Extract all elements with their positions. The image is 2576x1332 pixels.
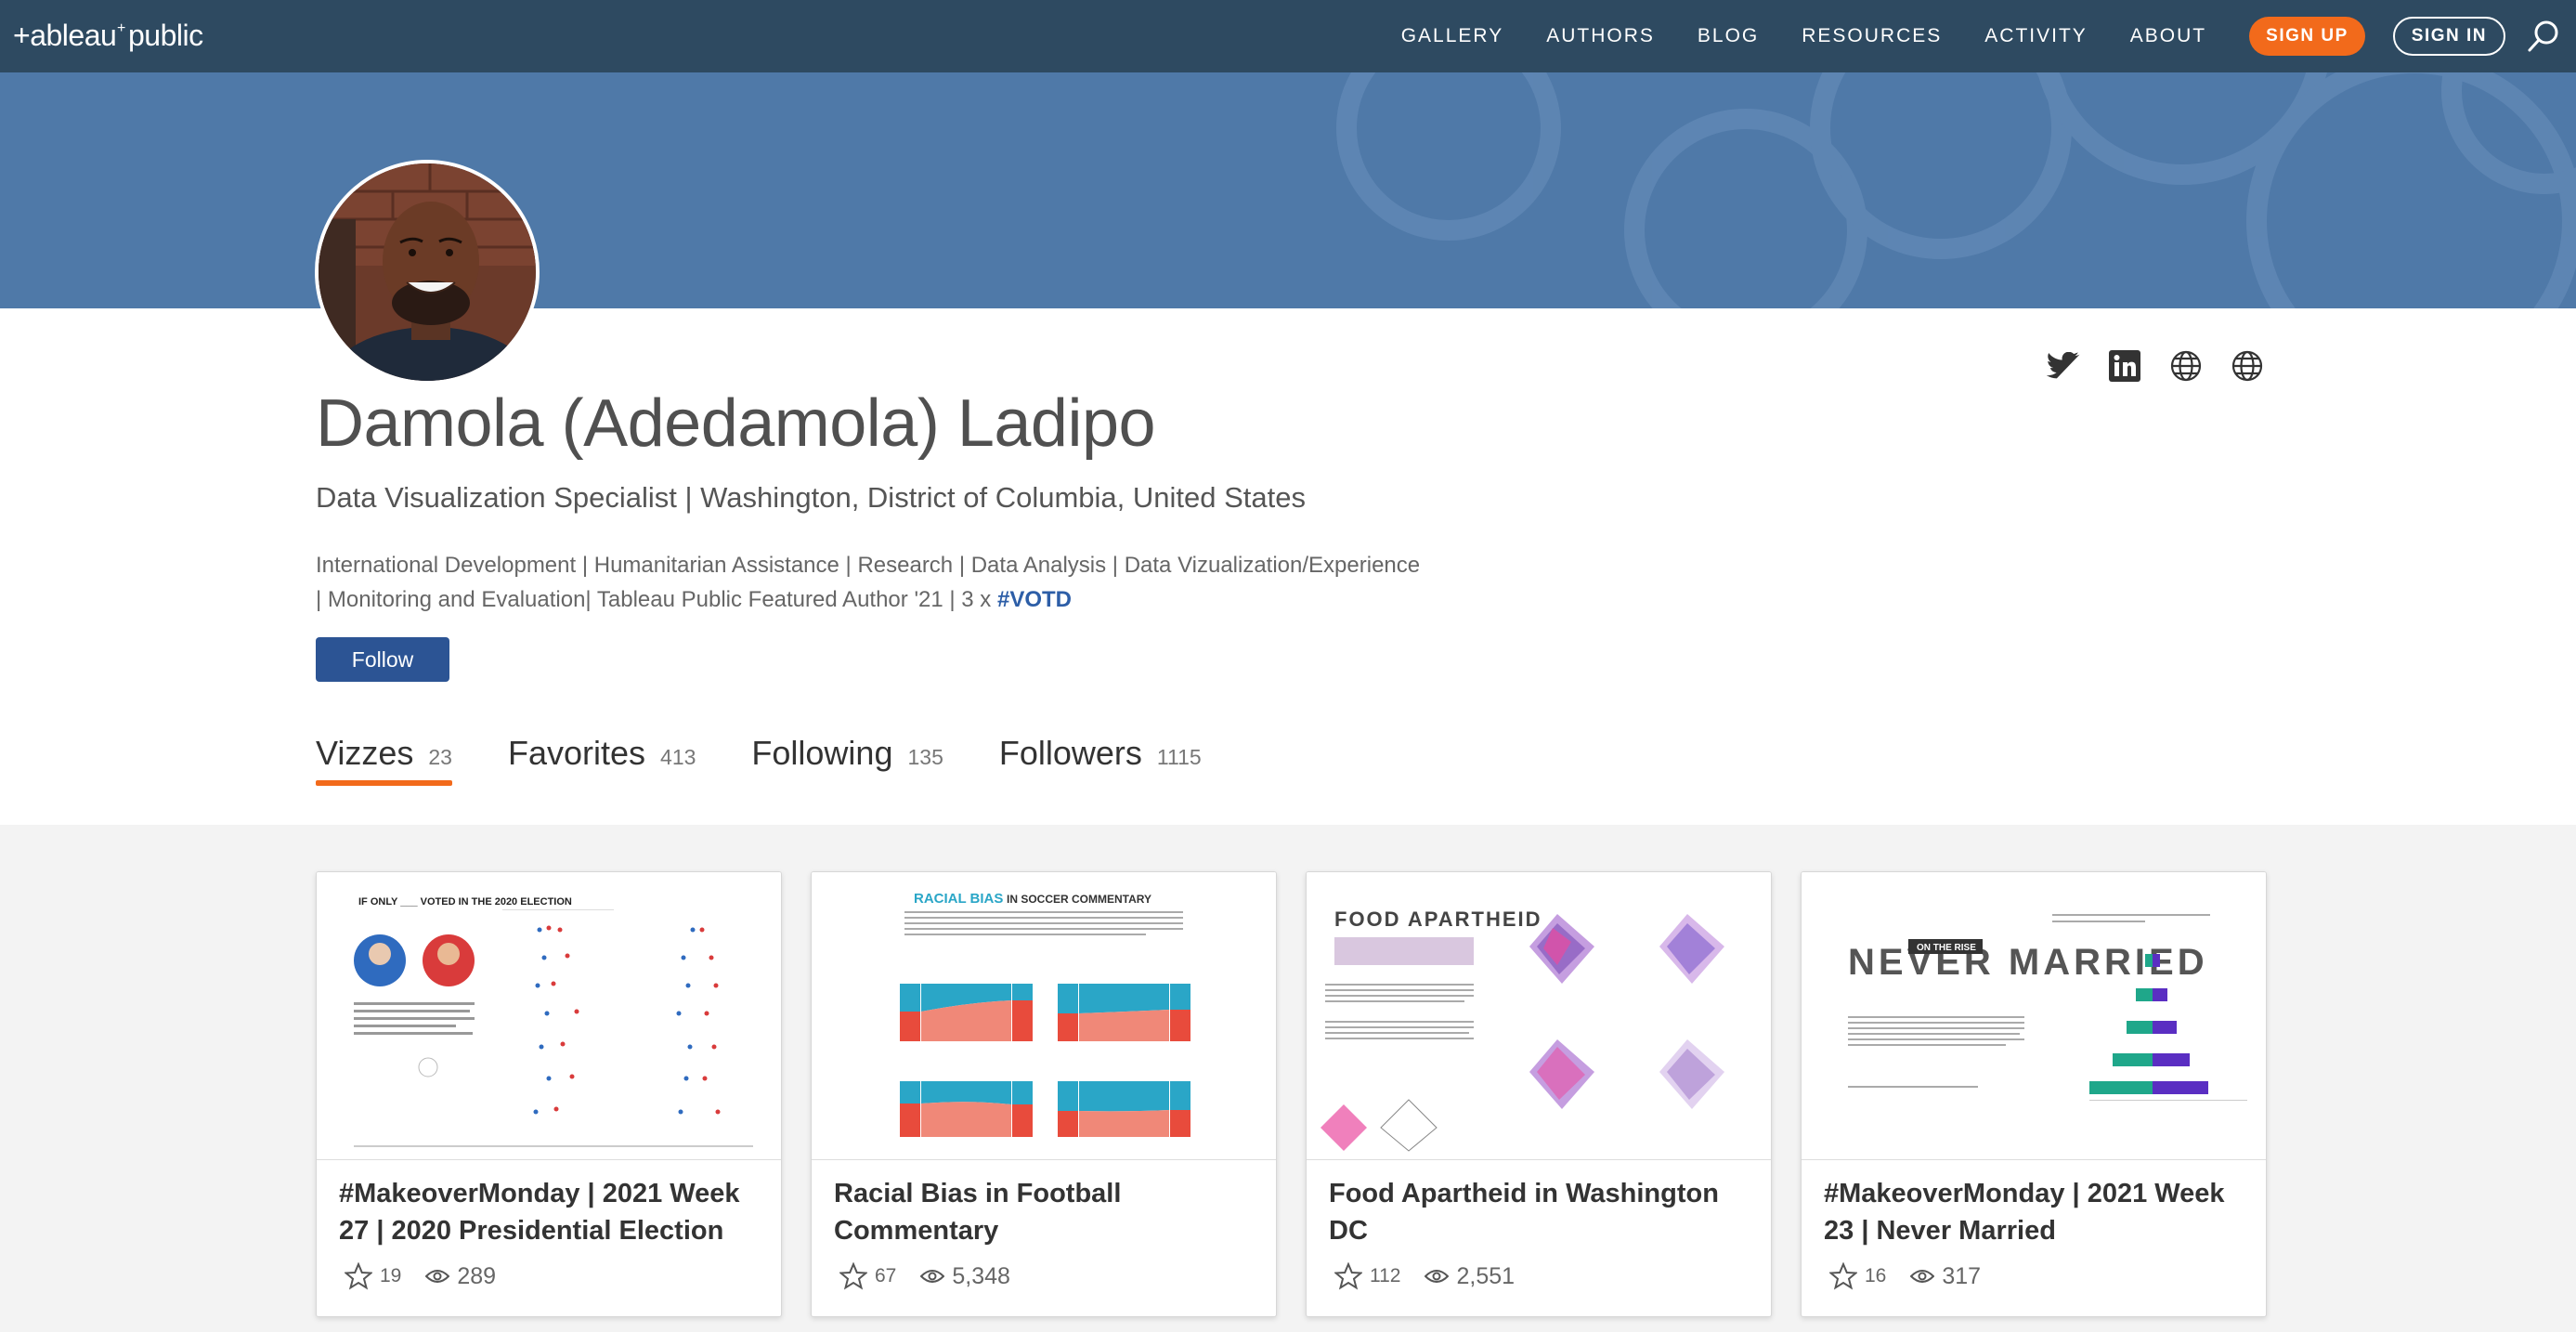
search-icon	[2528, 20, 2558, 52]
profile-tabs: Vizzes 23 Favorites 413 Following 135 Fo…	[316, 734, 1257, 786]
tab-count: 413	[660, 745, 696, 769]
svg-text:+ableau: +ableau	[13, 19, 116, 52]
viz-card[interactable]: RACIAL BIAS IN SOCCER COMMENTARY Racial …	[811, 871, 1277, 1317]
twitter-link[interactable]	[2043, 346, 2084, 386]
views-count: 2,551	[1456, 1262, 1516, 1289]
tab-favorites[interactable]: Favorites 413	[508, 734, 696, 786]
profile-avatar	[315, 160, 540, 385]
viz-card[interactable]: FOOD APARTHEID Food Apartheid in Washing…	[1306, 871, 1772, 1317]
favorites-count: 112	[1370, 1265, 1401, 1286]
social-links	[2043, 346, 2268, 386]
votd-hashtag-link[interactable]: #VOTD	[997, 587, 1072, 612]
tableau-public-logo-mark: +ableau + public	[13, 19, 204, 52]
bio-line-2: | Monitoring and Evaluation| Tableau Pub…	[316, 582, 1523, 617]
tab-count: 23	[428, 745, 452, 769]
thumb-heading-a: RACIAL BIAS	[914, 891, 1003, 907]
viz-stats: 16 317	[1829, 1262, 1981, 1290]
star-icon[interactable]	[839, 1262, 867, 1290]
food-apartheid-viz-thumbnail: FOOD APARTHEID	[1321, 908, 1724, 1152]
nav-gallery[interactable]: GALLERY	[1401, 25, 1504, 47]
profile-name: Damola (Adedamola) Ladipo	[316, 386, 1156, 461]
globe-icon	[2231, 350, 2263, 382]
profile-bio: International Development | Humanitarian…	[316, 548, 1523, 617]
top-navigation-bar: +ableau + public GALLERY AUTHORS BLOG RE…	[0, 0, 2576, 72]
tab-label: Following	[751, 734, 893, 772]
views-count: 289	[457, 1262, 497, 1289]
bio-line-1: International Development | Humanitarian…	[316, 553, 1421, 578]
favorites-count: 16	[1865, 1265, 1887, 1286]
linkedin-link[interactable]	[2104, 346, 2145, 386]
svg-text:public: public	[128, 19, 203, 52]
viz-title[interactable]: #MakeoverMonday | 2021 Week 23 | Never M…	[1824, 1175, 2251, 1249]
star-icon[interactable]	[1829, 1262, 1857, 1290]
star-icon[interactable]	[345, 1262, 372, 1290]
search-button[interactable]	[2524, 17, 2563, 56]
svg-text:+: +	[117, 20, 125, 36]
avatar-photo	[319, 163, 536, 381]
viz-title[interactable]: Food Apartheid in Washington DC	[1329, 1175, 1756, 1249]
nav-authors[interactable]: AUTHORS	[1546, 25, 1655, 47]
viz-thumbnail[interactable]: NEVER MARRIED ON THE RISE	[1802, 872, 2266, 1160]
tab-count: 135	[907, 745, 943, 769]
tab-label: Favorites	[507, 734, 646, 772]
tab-label: Vizzes	[316, 734, 414, 772]
thumb-heading: FOOD APARTHEID	[1334, 908, 1542, 931]
linkedin-icon	[2109, 350, 2140, 382]
star-icon[interactable]	[1334, 1262, 1362, 1290]
nav-about[interactable]: ABOUT	[2130, 25, 2206, 47]
thumb-heading-b: IN SOCCER COMMENTARY	[1007, 893, 1151, 906]
tableau-public-logo[interactable]: +ableau + public	[13, 17, 236, 56]
eye-icon	[1910, 1270, 1935, 1283]
viz-title[interactable]: Racial Bias in Football Commentary	[834, 1175, 1261, 1249]
viz-thumbnail[interactable]: FOOD APARTHEID	[1307, 872, 1771, 1160]
website-link-1[interactable]	[2166, 346, 2206, 386]
viz-stats: 112 2,551	[1334, 1262, 1515, 1290]
nav-blog[interactable]: BLOG	[1698, 25, 1759, 47]
follow-button[interactable]: Follow	[316, 637, 449, 682]
tab-count: 1115	[1156, 745, 1202, 769]
never-married-viz-thumbnail: NEVER MARRIED ON THE RISE	[1848, 914, 2247, 1101]
website-link-2[interactable]	[2227, 346, 2268, 386]
election-viz-thumbnail: IF ONLY ___ VOTED IN THE 2020 ELECTION	[354, 896, 753, 1147]
thumb-heading: IF ONLY ___ VOTED IN THE 2020 ELECTION	[358, 896, 572, 908]
profile-subtitle: Data Visualization Specialist | Washingt…	[316, 481, 1306, 514]
bio-line-2-text: | Monitoring and Evaluation| Tableau Pub…	[316, 587, 997, 612]
thumb-subheading: ON THE RISE	[1917, 943, 1976, 953]
viz-thumbnail[interactable]: RACIAL BIAS IN SOCCER COMMENTARY	[812, 872, 1276, 1160]
sign-up-button[interactable]: SIGN UP	[2249, 17, 2365, 56]
views-count: 317	[1942, 1262, 1982, 1289]
viz-stats: 19 289	[345, 1262, 496, 1290]
eye-icon	[425, 1270, 450, 1283]
nav-resources[interactable]: RESOURCES	[1802, 25, 1942, 47]
favorites-count: 19	[380, 1265, 402, 1286]
views-count: 5,348	[952, 1262, 1010, 1289]
viz-title[interactable]: #MakeoverMonday | 2021 Week 27 | 2020 Pr…	[339, 1175, 766, 1249]
tab-followers[interactable]: Followers 1115	[999, 734, 1202, 786]
globe-icon	[2170, 350, 2202, 382]
eye-icon	[920, 1270, 945, 1283]
tab-label: Followers	[998, 734, 1142, 772]
nav-activity[interactable]: ACTIVITY	[1984, 25, 2088, 47]
tab-vizzes[interactable]: Vizzes 23	[316, 734, 452, 786]
nav-links: GALLERY AUTHORS BLOG RESOURCES ACTIVITY …	[1401, 0, 2576, 72]
racial-bias-viz-thumbnail: RACIAL BIAS IN SOCCER COMMENTARY	[900, 891, 1190, 1137]
viz-thumbnail[interactable]: IF ONLY ___ VOTED IN THE 2020 ELECTION	[317, 872, 781, 1160]
sign-in-button[interactable]: SIGN IN	[2392, 17, 2505, 56]
viz-card[interactable]: IF ONLY ___ VOTED IN THE 2020 ELECTION #…	[316, 871, 782, 1317]
twitter-icon	[2047, 352, 2080, 379]
tab-following[interactable]: Following 135	[751, 734, 943, 786]
viz-stats: 67 5,348	[839, 1262, 1010, 1290]
viz-card[interactable]: NEVER MARRIED ON THE RISE #MakeoverMonda…	[1801, 871, 2267, 1317]
eye-icon	[1425, 1270, 1450, 1283]
favorites-count: 67	[875, 1265, 897, 1286]
viz-gallery: IF ONLY ___ VOTED IN THE 2020 ELECTION #…	[0, 825, 2576, 1332]
